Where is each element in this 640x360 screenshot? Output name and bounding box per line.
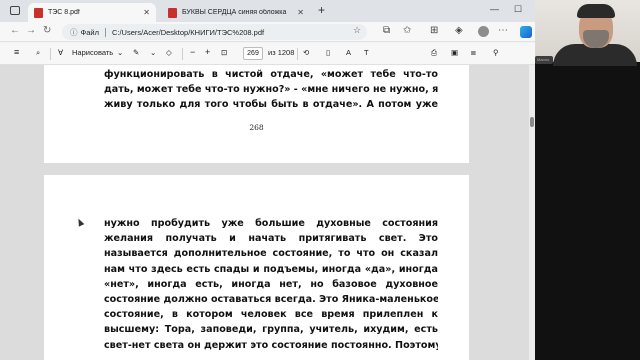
scrollbar-thumb[interactable] xyxy=(530,117,534,127)
close-icon[interactable]: ✕ xyxy=(297,8,304,17)
tab-bar: ТЭС 8.pdf ✕ БУКВЫ СЕРДЦА синяя обложка ✕… xyxy=(0,0,535,22)
close-icon[interactable]: ✕ xyxy=(143,8,150,17)
browser-window: ТЭС 8.pdf ✕ БУКВЫ СЕРДЦА синяя обложка ✕… xyxy=(0,0,535,360)
tab-bukvy-serdca[interactable]: БУКВЫ СЕРДЦА синяя обложка ✕ xyxy=(162,3,310,22)
find-icon[interactable]: ⌕ xyxy=(36,48,40,58)
tab-label: БУКВЫ СЕРДЦА синяя обложка xyxy=(182,9,287,16)
draw-icon[interactable]: ∀ xyxy=(58,48,63,57)
divider xyxy=(182,48,183,60)
save-as-icon[interactable]: ⧈ xyxy=(471,48,476,58)
text-line: функционировать в чистой отдаче, «может … xyxy=(104,69,438,80)
pdf-icon xyxy=(34,7,43,18)
extensions-icon[interactable]: ◈ xyxy=(455,25,463,36)
favorite-icon[interactable]: ☆ xyxy=(353,25,361,36)
add-text-icon[interactable]: T xyxy=(364,48,369,57)
text-line: нужно пробудить уже большие духовные сос… xyxy=(104,218,438,229)
refresh-icon[interactable]: ↻ xyxy=(43,25,51,36)
presenter-cap xyxy=(577,4,615,18)
highlight-icon[interactable]: ✎ xyxy=(133,48,139,57)
text-line: называется дополнительное состояние, то … xyxy=(104,248,438,260)
pdf-icon xyxy=(168,7,177,18)
file-label: Файл xyxy=(80,27,99,37)
tab-label: ТЭС 8.pdf xyxy=(48,9,80,16)
divider xyxy=(104,27,106,37)
rotate-icon[interactable]: ⟲ xyxy=(303,48,309,57)
url-field[interactable]: ⓘ Файл C:/Users/Acer/Desktop/КНИГИ/ТЭС%2… xyxy=(62,24,367,40)
chevron-down-icon[interactable]: ⌄ xyxy=(117,48,123,57)
favorites-icon[interactable]: ✩ xyxy=(403,25,411,36)
tab-actions-icon[interactable] xyxy=(10,6,20,15)
total-pages: из 1208 xyxy=(268,48,295,57)
url-text: C:/Users/Acer/Desktop/КНИГИ/ТЭС%208.pdf xyxy=(111,27,265,37)
forward-icon[interactable]: → xyxy=(26,25,36,36)
divider xyxy=(50,48,51,60)
page-view-icon[interactable]: ▯ xyxy=(326,48,330,57)
contents-icon[interactable]: ≡ xyxy=(14,47,19,57)
webcam-overlay: Maono xyxy=(535,0,640,360)
pin-icon[interactable]: ⚲ xyxy=(493,48,499,57)
chevron-down-icon[interactable]: ⌄ xyxy=(150,48,156,57)
maximize-button[interactable]: ☐ xyxy=(514,4,522,15)
page-text: нужно пробудить уже большие духовные сос… xyxy=(104,216,438,353)
address-bar: ← → ↻ ⓘ Файл C:/Users/Acer/Desktop/КНИГИ… xyxy=(0,22,535,42)
text-line: состояние, в котором человек все время п… xyxy=(104,309,438,321)
microphone: Maono xyxy=(535,56,553,64)
text-line: желания получать и начать притягивать св… xyxy=(104,233,438,245)
text-line: состояние должно оставаться всегда. Это … xyxy=(104,294,438,306)
copilot-icon[interactable] xyxy=(520,26,532,38)
page-number-input[interactable]: 269 xyxy=(243,47,263,60)
pdf-viewer[interactable]: функционировать в чистой отдаче, «может … xyxy=(0,65,535,360)
text-line: живу только для того чтобы быть в отдаче… xyxy=(104,99,438,111)
profile-avatar[interactable] xyxy=(478,26,489,37)
divider xyxy=(297,48,298,60)
split-screen-icon[interactable]: ⧉ xyxy=(383,25,390,36)
page-text: функционировать в чистой отдаче, «может … xyxy=(104,67,438,113)
collections-icon[interactable]: ⊞ xyxy=(430,25,438,36)
print-icon[interactable]: ⎙ xyxy=(431,48,437,58)
fit-page-icon[interactable]: ⊡ xyxy=(221,48,227,57)
pdf-toolbar: ≡ ⌕ ∀ Нарисовать ⌄ ✎ ⌄ ◇ − + ⊡ 269 из 12… xyxy=(0,43,535,65)
page-number: 268 xyxy=(249,123,264,132)
info-icon[interactable]: ⓘ xyxy=(70,27,78,38)
pdf-page-269: нужно пробудить уже большие духовные сос… xyxy=(44,175,469,360)
zoom-out-icon[interactable]: − xyxy=(190,47,195,57)
text-line: высшему: Тора, заповеди, группа, учитель… xyxy=(104,324,438,336)
tab-tes8[interactable]: ТЭС 8.pdf ✕ xyxy=(28,3,156,22)
read-aloud-icon[interactable]: A xyxy=(346,48,351,57)
back-icon[interactable]: ← xyxy=(10,25,20,36)
more-icon[interactable]: ⋯ xyxy=(498,25,508,36)
new-tab-button[interactable]: + xyxy=(318,3,325,17)
draw-button[interactable]: Нарисовать xyxy=(72,48,113,57)
zoom-in-icon[interactable]: + xyxy=(205,47,210,57)
save-icon[interactable]: ▣ xyxy=(451,48,458,57)
minimize-button[interactable]: — xyxy=(490,4,499,14)
text-line: нам что здесь есть спады и подъемы, иног… xyxy=(104,263,438,275)
eraser-icon[interactable]: ◇ xyxy=(166,48,172,57)
text-line: дать, может тебе что-то нужно?» - «мне н… xyxy=(104,84,438,96)
text-line: свет-нет света он держит это состояние п… xyxy=(104,339,438,351)
pdf-page-268: функционировать в чистой отдаче, «может … xyxy=(44,65,469,163)
text-line: «нет», иногда есть, иногда нет, но базов… xyxy=(104,278,438,290)
